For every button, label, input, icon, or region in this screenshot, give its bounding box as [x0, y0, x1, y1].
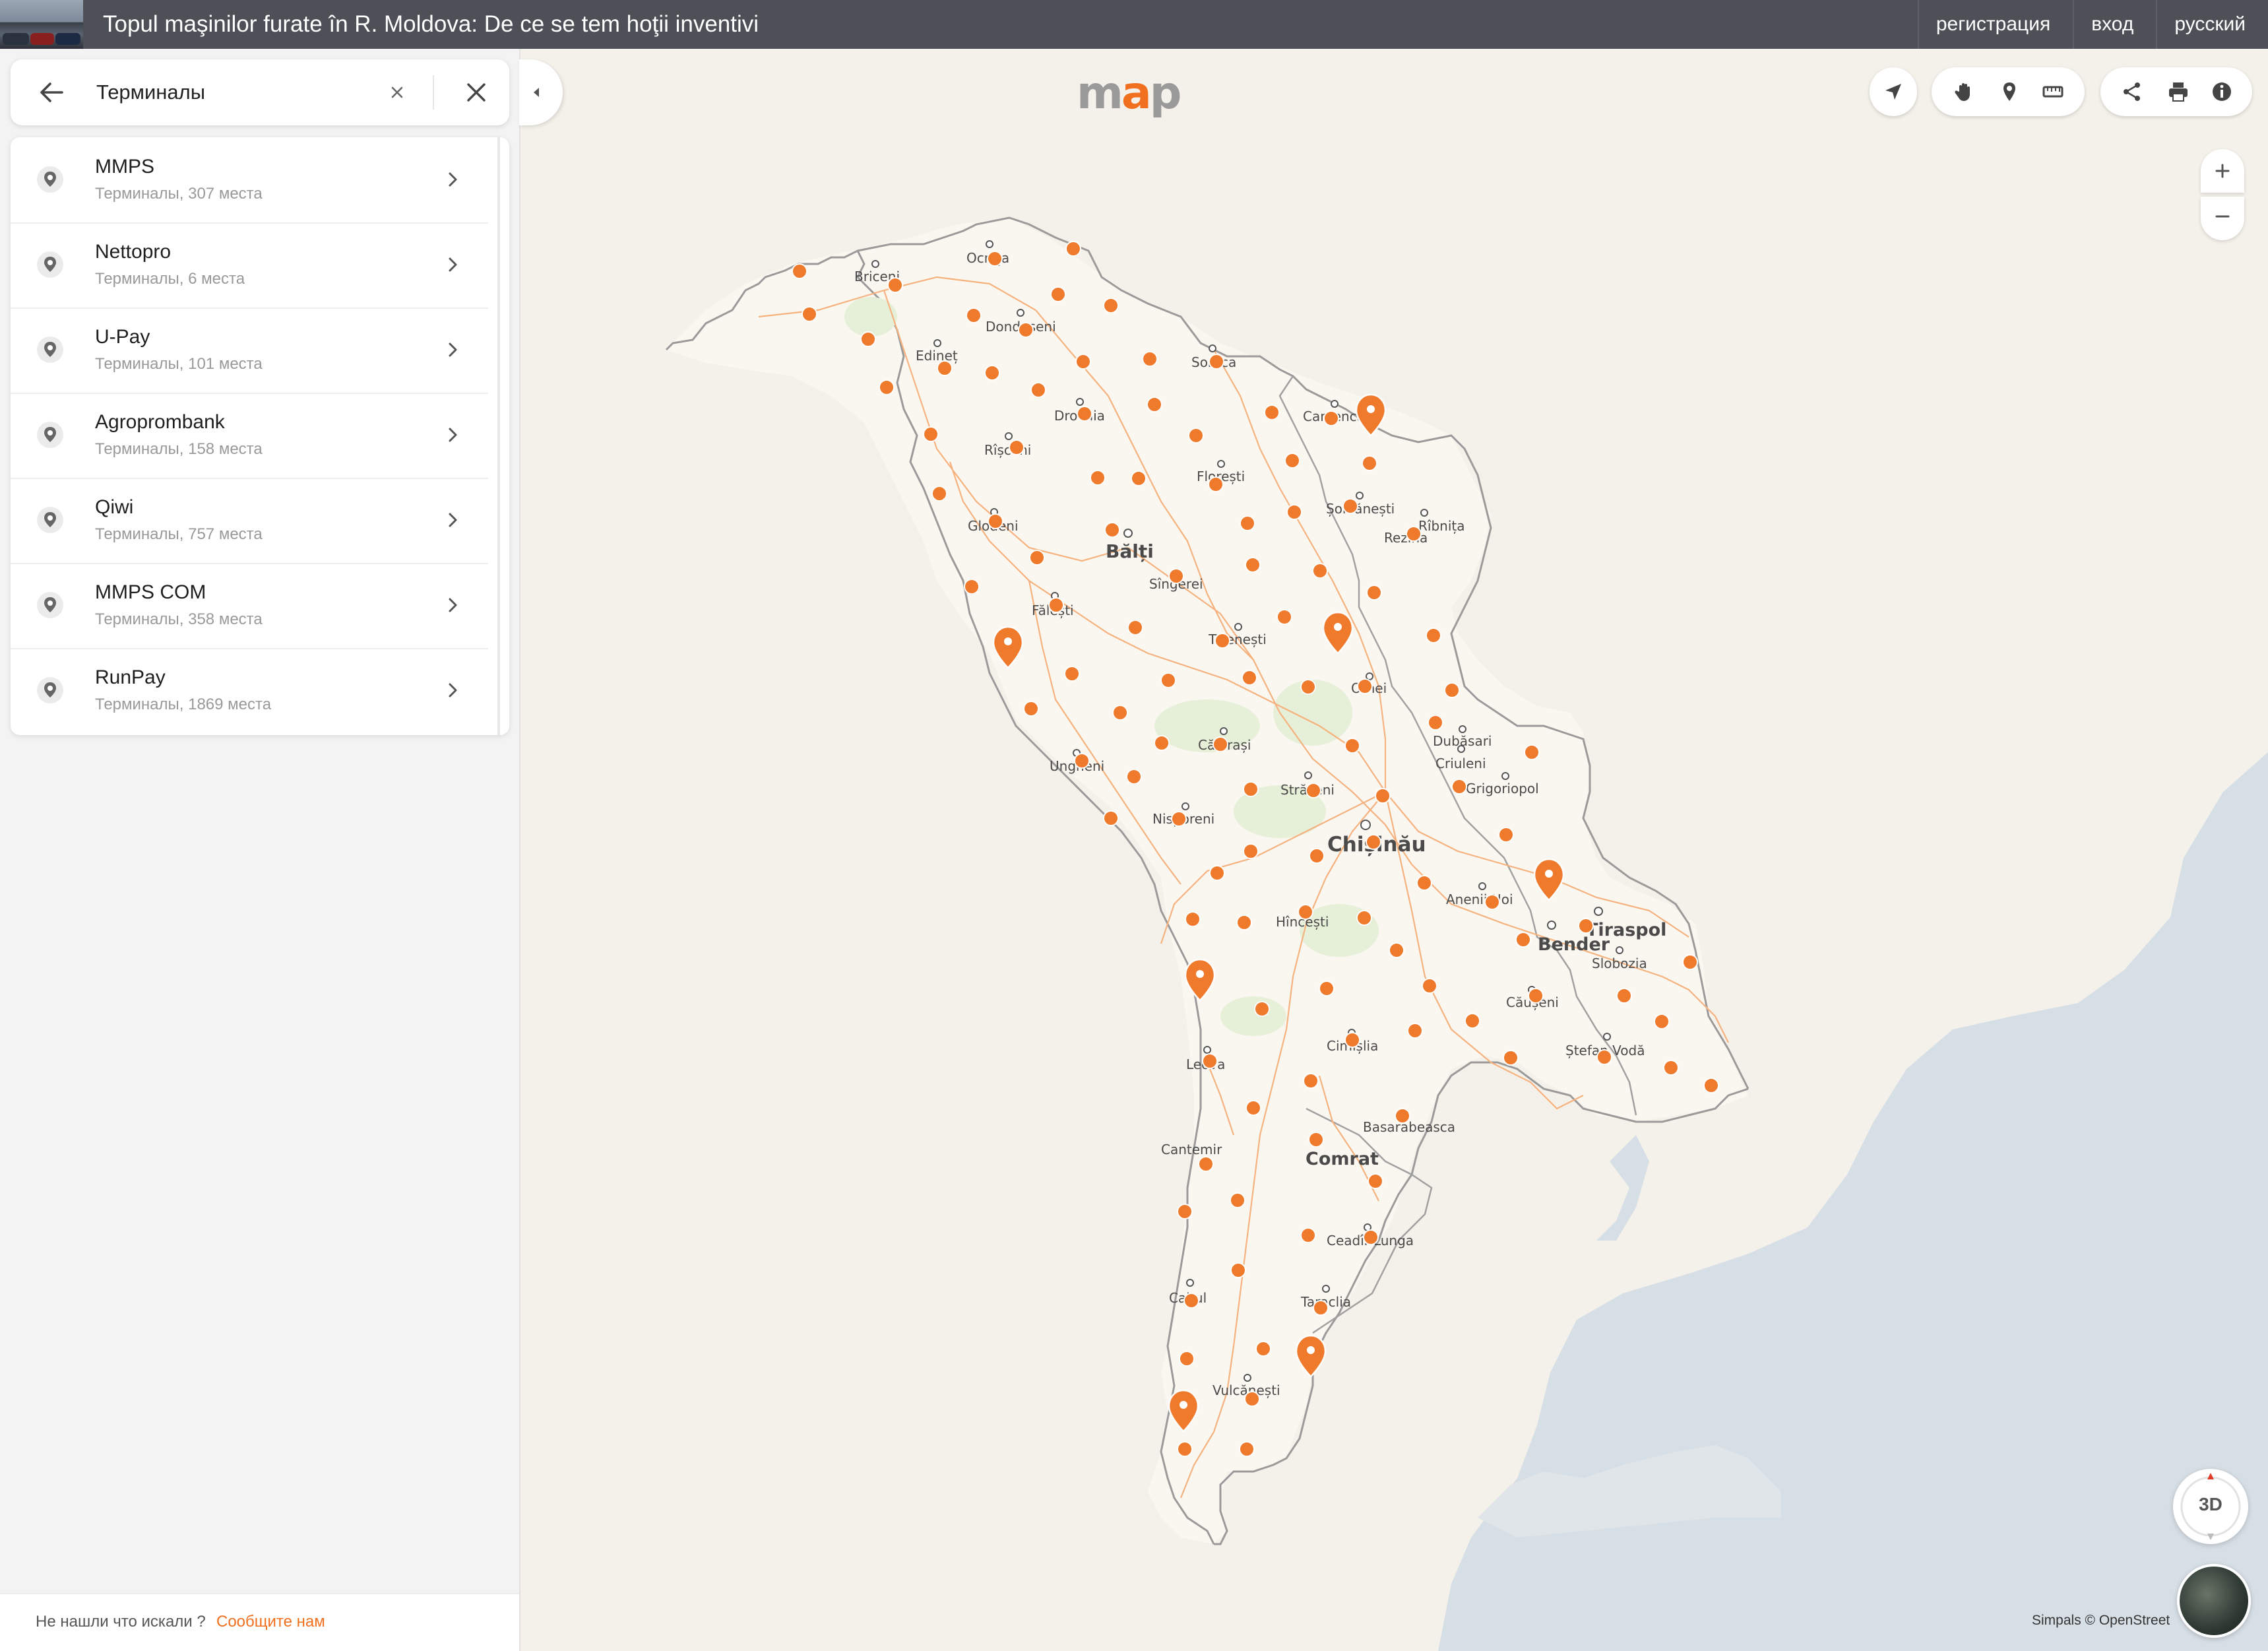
result-title: Qiwi: [95, 496, 134, 518]
pin-icon[interactable]: [1998, 80, 2021, 104]
results-scrollbar[interactable]: [497, 137, 500, 735]
search-box: [11, 59, 509, 125]
news-thumbnail[interactable]: [0, 0, 83, 49]
forest-patch: [1220, 996, 1286, 1036]
result-title: RunPay: [95, 666, 166, 688]
river-dniester-estuary: [1596, 1135, 1649, 1241]
search-divider: [433, 75, 434, 110]
svg-text:Edineț: Edineț: [916, 348, 958, 364]
feedback-text: Не нашли что искали ?: [36, 1613, 206, 1631]
svg-text:Șoldănești: Șoldănești: [1326, 501, 1395, 517]
language-selector[interactable]: русский: [2156, 0, 2268, 49]
result-subtitle: Терминалы, 6 места: [95, 270, 245, 288]
svg-text:Slobozia: Slobozia: [1592, 955, 1647, 971]
report-link[interactable]: Сообщите нам: [216, 1613, 325, 1631]
svg-text:Rîșcani: Rîșcani: [984, 442, 1031, 458]
result-item-mmps-com[interactable]: MMPS COM Терминалы, 358 места: [11, 563, 488, 649]
locate-toolbar: [1870, 67, 1917, 116]
zoom-out-button[interactable]: [2201, 197, 2244, 240]
logo-text: map: [1077, 67, 1181, 119]
result-subtitle: Терминалы, 757 места: [95, 525, 263, 543]
forest-patch: [844, 297, 897, 337]
city-comrat: Comrat: [1306, 1149, 1379, 1169]
close-icon[interactable]: [459, 75, 493, 110]
result-item-u-pay[interactable]: U-Pay Терминалы, 101 места: [11, 308, 488, 394]
print-icon[interactable]: [2166, 80, 2190, 104]
city-cantemir: Cantemir: [1161, 1142, 1222, 1157]
terminal-pin-icon: [37, 166, 63, 193]
plus-icon: [2215, 164, 2230, 178]
chevron-right-icon: [449, 257, 457, 272]
info-icon[interactable]: [2210, 80, 2234, 104]
svg-text:Bender: Bender: [1538, 934, 1610, 955]
chevron-right-icon: [449, 513, 457, 527]
minus-icon: [2215, 215, 2230, 218]
result-subtitle: Терминалы, 307 места: [95, 185, 263, 203]
result-title: Nettopro: [95, 241, 172, 263]
result-subtitle: Терминалы, 1869 места: [95, 696, 272, 713]
result-item-qiwi[interactable]: Qiwi Терминалы, 757 места: [11, 478, 488, 564]
logo-accent-letter: a: [1121, 67, 1152, 119]
result-title: U-Pay: [95, 326, 150, 348]
terminal-pin-icon: [37, 677, 63, 703]
result-title: Agroprombank: [95, 411, 225, 433]
chevron-right-icon: [449, 342, 457, 357]
feedback-bar: Не нашли что искали ? Сообщите нам: [0, 1593, 519, 1651]
zoom-in-button[interactable]: [2201, 149, 2244, 193]
search-panel: MMPS Терминалы, 307 места Nettopro Терми…: [0, 49, 520, 1651]
result-title: MMPS COM: [95, 581, 206, 603]
map-canvas[interactable]: Briceni Ocnița Edineț Dondușeni Soroca C…: [520, 49, 2268, 1651]
3d-toggle-button[interactable]: 3D: [2173, 1469, 2248, 1544]
ruler-icon[interactable]: [2041, 80, 2065, 104]
result-item-mmps[interactable]: MMPS Терминалы, 307 места: [11, 137, 488, 224]
result-title: MMPS: [95, 156, 154, 178]
navigation-arrow-icon[interactable]: [1881, 80, 1905, 104]
city-basarabeasca: Basarabeasca: [1363, 1119, 1455, 1135]
map-attribution: Simpals © OpenStreet: [2032, 1613, 2170, 1628]
hand-icon[interactable]: [1953, 80, 1976, 104]
result-item-agroprombank[interactable]: Agroprombank Терминалы, 158 места: [11, 393, 488, 479]
3d-label: 3D: [2199, 1494, 2222, 1514]
share-icon[interactable]: [2120, 80, 2144, 104]
search-input[interactable]: [96, 75, 360, 110]
terminal-pin-icon: [37, 337, 63, 363]
chevron-right-icon: [449, 598, 457, 612]
top-bar: Topul maşinilor furate în R. Moldova: De…: [0, 0, 2268, 49]
share-toolbar: [2100, 67, 2252, 116]
terminal-pin-icon: [37, 507, 63, 533]
result-subtitle: Терминалы, 101 места: [95, 355, 263, 373]
chevron-right-icon: [449, 683, 457, 697]
terminal-pin-icon: [37, 422, 63, 448]
svg-text:Criuleni: Criuleni: [1435, 756, 1486, 771]
top-links: регистрация вход русский: [1917, 0, 2268, 49]
svg-text:Grigoriopol: Grigoriopol: [1466, 781, 1539, 796]
login-link[interactable]: вход: [2073, 0, 2156, 49]
tools-toolbar: [1932, 67, 2085, 116]
site-logo[interactable]: map: [1077, 67, 1181, 119]
result-item-runpay[interactable]: RunPay Терминалы, 1869 места: [11, 648, 488, 733]
svg-text:Cantemir: Cantemir: [1161, 1142, 1222, 1157]
terminal-pin-icon: [37, 592, 63, 618]
results-list: MMPS Терминалы, 307 места Nettopro Терми…: [11, 137, 509, 735]
satellite-layer-toggle[interactable]: [2177, 1564, 2251, 1638]
terminal-pin-icon: [37, 251, 63, 278]
register-link[interactable]: регистрация: [1917, 0, 2073, 49]
chevron-right-icon: [449, 172, 457, 187]
chevron-right-icon: [449, 428, 457, 442]
news-headline-link[interactable]: Topul maşinilor furate în R. Moldova: De…: [103, 0, 759, 49]
small-x-icon[interactable]: [384, 79, 410, 106]
svg-text:Basarabeasca: Basarabeasca: [1363, 1119, 1455, 1135]
svg-text:Anenii Noi: Anenii Noi: [1446, 891, 1513, 907]
result-subtitle: Терминалы, 158 места: [95, 440, 263, 458]
result-subtitle: Терминалы, 358 места: [95, 610, 263, 628]
svg-text:Comrat: Comrat: [1306, 1149, 1379, 1169]
svg-text:Bălți: Bălți: [1106, 540, 1154, 562]
arrow-left-icon[interactable]: [34, 75, 69, 110]
map-layer: Briceni Ocnița Edineț Dondușeni Soroca C…: [665, 216, 2268, 1651]
result-item-nettopro[interactable]: Nettopro Терминалы, 6 места: [11, 222, 488, 309]
